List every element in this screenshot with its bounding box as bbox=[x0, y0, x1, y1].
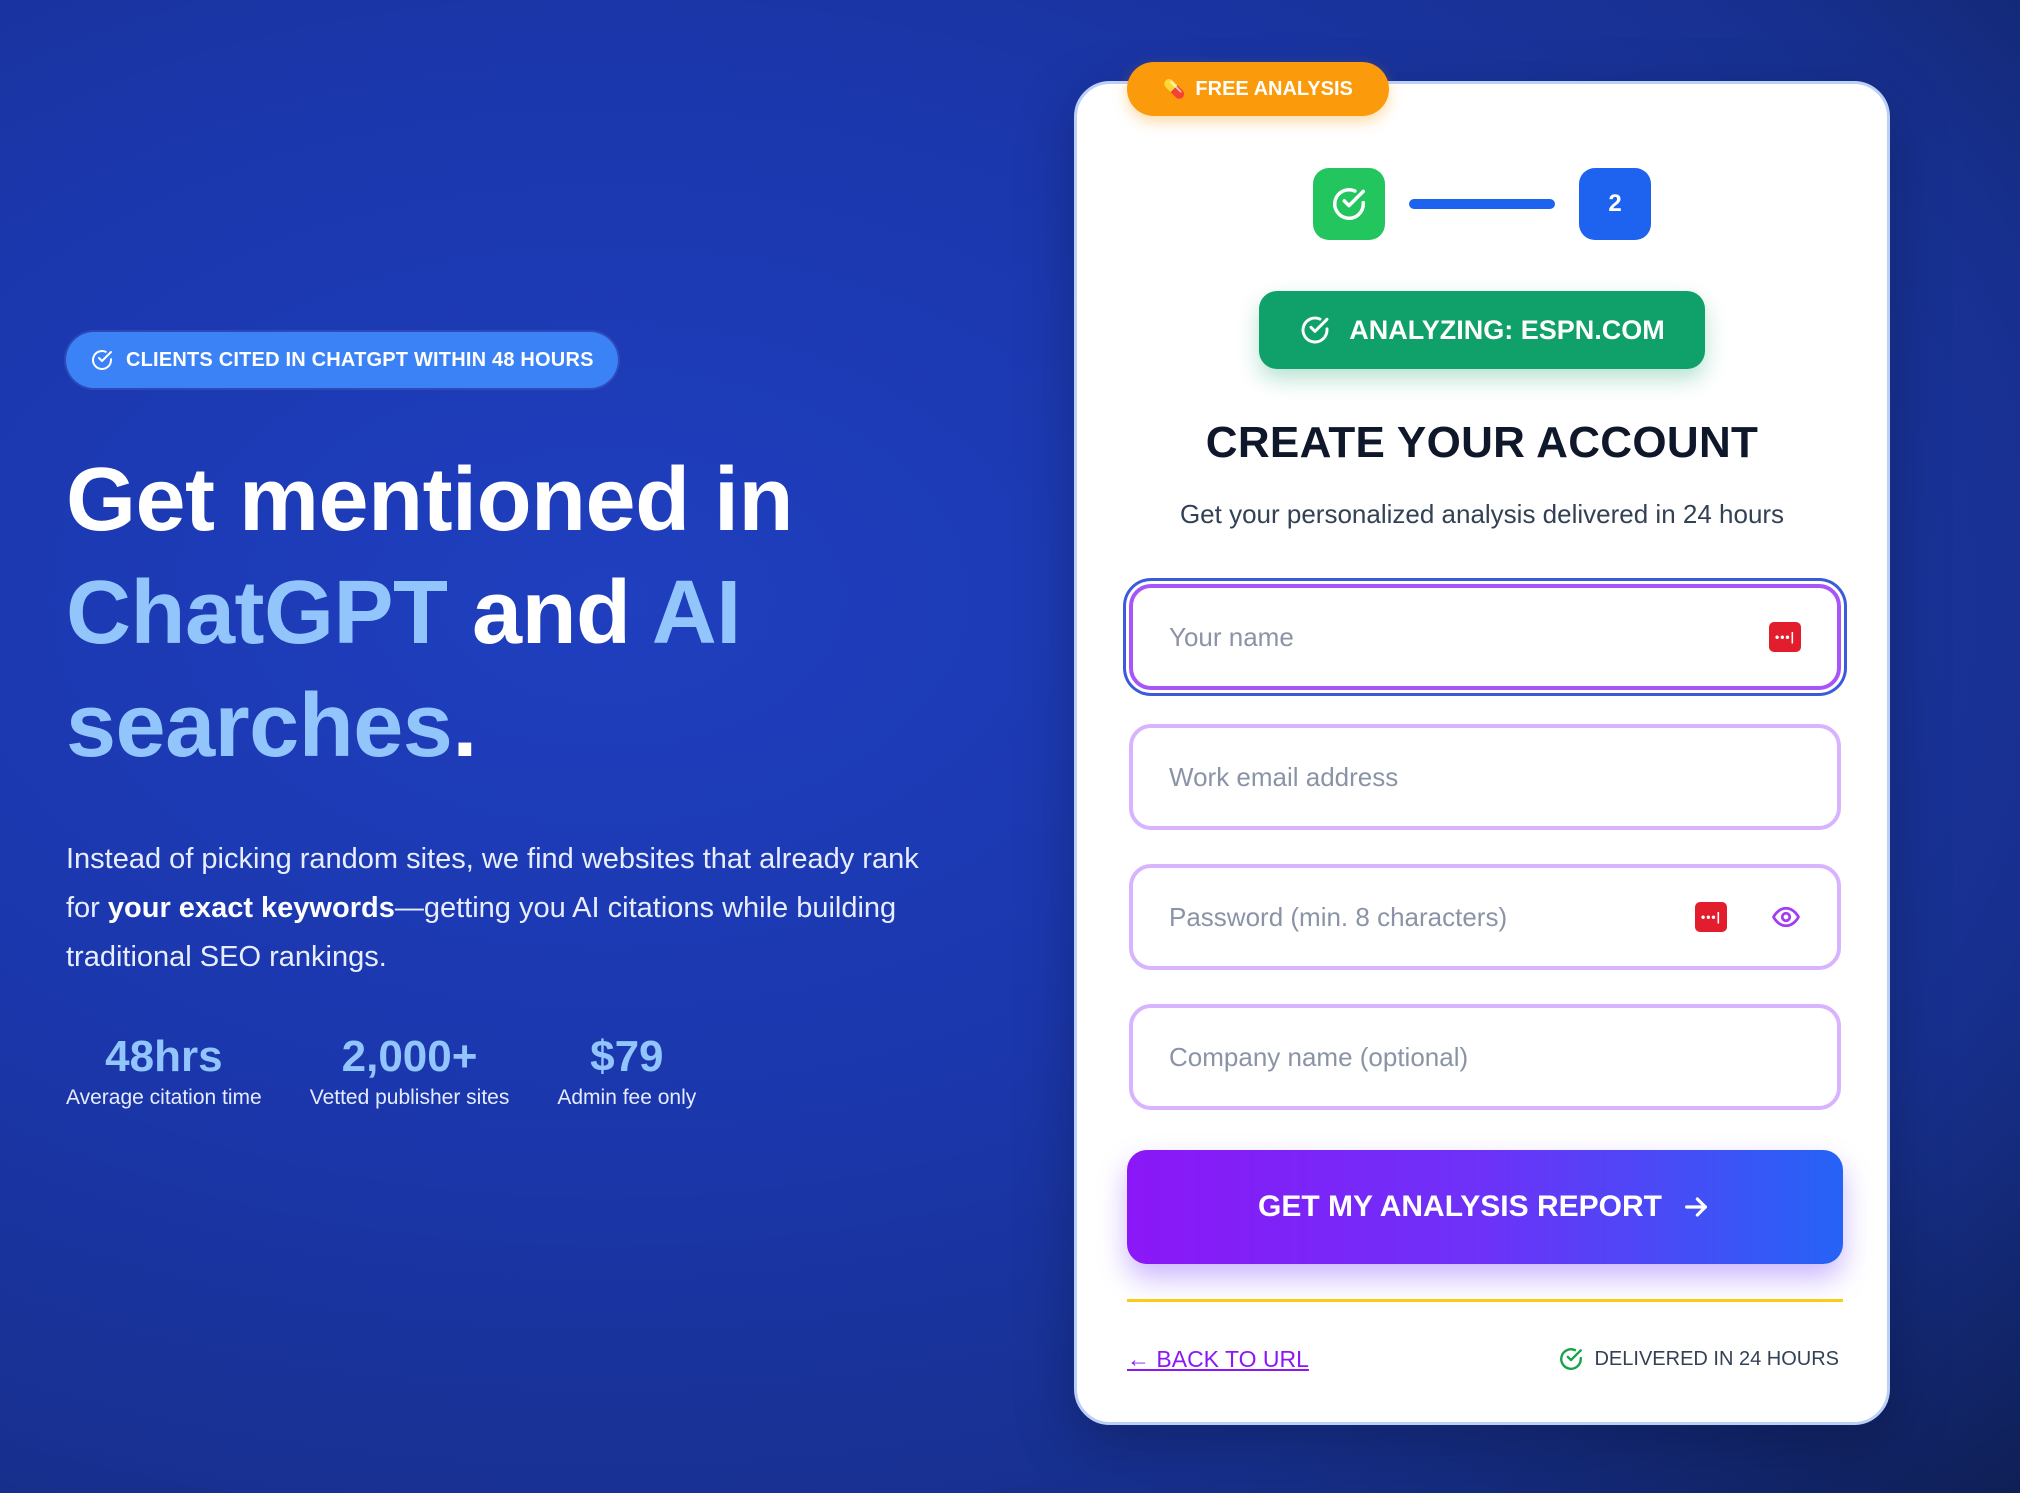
card-subtitle: Get your personalized analysis delivered… bbox=[1179, 499, 1785, 529]
signup-card: 💊 FREE ANALYSIS 2 ANALYZING: ESPN.COM CR… bbox=[1074, 62, 1890, 1425]
analyzing-status: ANALYZING: ESPN.COM bbox=[1259, 291, 1705, 369]
card-title: CREATE YOUR ACCOUNT bbox=[1205, 418, 1759, 467]
headline-part1: Get mentioned in bbox=[66, 450, 794, 550]
check-circle-icon bbox=[1560, 1348, 1583, 1370]
password-input[interactable]: Password (min. 8 characters) •••| bbox=[1129, 864, 1841, 970]
eye-icon[interactable] bbox=[1771, 902, 1801, 932]
stat-value: 2,000+ bbox=[341, 1032, 478, 1081]
lede-emphasis: your exact keywords bbox=[107, 892, 395, 924]
company-placeholder: Company name (optional) bbox=[1169, 1041, 1469, 1072]
company-input[interactable]: Company name (optional) bbox=[1129, 1004, 1841, 1110]
back-to-url-link[interactable]: ← BACK TO URL bbox=[1127, 1346, 1309, 1373]
delivered-note: DELIVERED IN 24 HOURS bbox=[1558, 1346, 1839, 1372]
check-circle-icon bbox=[1333, 188, 1365, 220]
get-analysis-report-button[interactable]: GET MY ANALYSIS REPORT bbox=[1127, 1150, 1843, 1264]
free-analysis-pill: 💊 FREE ANALYSIS bbox=[1127, 62, 1389, 116]
submit-label: GET MY ANALYSIS REPORT bbox=[1258, 1190, 1662, 1223]
progress-steps: 2 bbox=[1077, 168, 1887, 240]
step-connector bbox=[1409, 199, 1555, 209]
stats-row: 48hrs Average citation time 2,000+ Vette… bbox=[66, 1032, 966, 1110]
analyzing-text: ANALYZING: ESPN.COM bbox=[1349, 314, 1665, 345]
email-input[interactable]: Work email address bbox=[1129, 724, 1841, 830]
stat-value: 48hrs bbox=[105, 1032, 223, 1081]
headline-chatgpt: ChatGPT bbox=[66, 563, 448, 663]
footer-divider bbox=[1127, 1299, 1843, 1302]
email-placeholder: Work email address bbox=[1169, 761, 1399, 792]
hero-badge-text: CLIENTS CITED IN CHATGPT WITHIN 48 HOURS bbox=[126, 348, 594, 371]
stat-value: $79 bbox=[590, 1032, 664, 1081]
pill-icon: 💊 bbox=[1163, 78, 1186, 99]
stat-label: Admin fee only bbox=[557, 1086, 697, 1109]
step-2-number: 2 bbox=[1608, 190, 1622, 217]
stat-label: Average citation time bbox=[66, 1086, 262, 1109]
analyzing-row: ANALYZING: ESPN.COM bbox=[1077, 291, 1887, 369]
hero-badge: CLIENTS CITED IN CHATGPT WITHIN 48 HOURS bbox=[66, 332, 618, 388]
stat-publisher-sites: 2,000+ Vetted publisher sites bbox=[310, 1032, 510, 1110]
arrow-right-icon bbox=[1685, 1197, 1707, 1217]
step-2-active: 2 bbox=[1579, 168, 1651, 240]
headline-period: . bbox=[452, 676, 477, 776]
name-input[interactable]: Your name •••| bbox=[1129, 584, 1841, 690]
hero-headline: Get mentioned in ChatGPT and AI searches… bbox=[66, 444, 966, 783]
stat-label: Vetted publisher sites bbox=[309, 1086, 510, 1109]
check-circle-icon bbox=[92, 350, 112, 370]
hero-description: Instead of picking random sites, we find… bbox=[66, 835, 926, 982]
step-1-complete bbox=[1313, 168, 1385, 240]
name-placeholder: Your name bbox=[1169, 621, 1294, 652]
stat-citation-time: 48hrs Average citation time bbox=[66, 1032, 262, 1110]
headline-and: and bbox=[472, 563, 631, 663]
headline-searches: searches bbox=[66, 676, 453, 776]
stat-admin-fee: $79 Admin fee only bbox=[557, 1032, 696, 1110]
password-manager-icon[interactable]: •••| bbox=[1769, 622, 1801, 652]
hero-section: CLIENTS CITED IN CHATGPT WITHIN 48 HOURS… bbox=[66, 332, 966, 1110]
password-placeholder: Password (min. 8 characters) bbox=[1169, 901, 1508, 932]
password-manager-icon[interactable]: •••| bbox=[1695, 902, 1727, 932]
check-circle-icon bbox=[1301, 316, 1329, 344]
free-analysis-label: FREE ANALYSIS bbox=[1195, 77, 1353, 100]
delivered-text: DELIVERED IN 24 HOURS bbox=[1594, 1347, 1839, 1370]
headline-ai: AI bbox=[651, 563, 742, 663]
